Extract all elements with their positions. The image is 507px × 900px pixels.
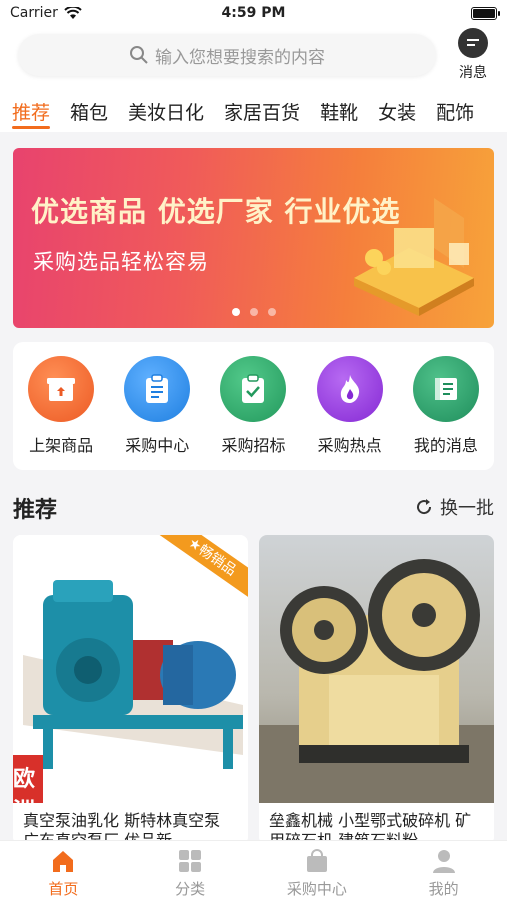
quick-actions: 上架商品 采购中心 采购招标 采购热点 我的消息: [13, 342, 494, 470]
quick-action-label: 采购中心: [125, 436, 190, 455]
home-icon: [49, 847, 77, 875]
recommend-title: 推荐: [13, 498, 58, 523]
clipboard-list-icon: [124, 356, 191, 422]
chat-bubble-icon: [458, 28, 488, 58]
tab-bags[interactable]: 箱包: [70, 90, 108, 132]
quick-action-label: 我的消息: [413, 436, 478, 455]
shelf-upload-icon: [28, 356, 95, 422]
refresh-button[interactable]: 换一批: [414, 494, 494, 520]
refresh-icon: [417, 499, 432, 515]
category-tabs: 推荐 箱包 美妆日化 家居百货 鞋靴 女装 配饰: [0, 90, 507, 132]
tab-home-goods[interactable]: 家居百货: [224, 90, 300, 132]
promo-banner[interactable]: 优选商品 优选厂家 行业优选 采购选品轻松容易: [13, 148, 494, 328]
search-placeholder: 输入您想要搜索的内容: [155, 47, 325, 68]
pager-dot[interactable]: [267, 308, 276, 316]
message-button[interactable]: 消息: [453, 28, 493, 84]
search-row: 输入您想要搜索的内容 消息: [0, 28, 507, 90]
brand-stamp: 欧洲: [13, 767, 36, 803]
pager-dot[interactable]: [249, 308, 258, 316]
tab-label: 我的: [428, 880, 459, 898]
quick-action-hot[interactable]: 采购热点: [306, 356, 394, 470]
quick-action-purchase-center[interactable]: 采购中心: [113, 356, 201, 470]
tab-label: 采购中心: [286, 880, 347, 898]
refresh-label: 换一批: [440, 498, 494, 519]
quick-action-label: 上架商品: [29, 436, 94, 455]
product-card[interactable]: 垒鑫机械 小型鄂式破碎机 矿用碎石机 建筑石料粉: [259, 535, 494, 845]
tab-category[interactable]: 分类: [127, 841, 254, 900]
banner-headline: 优选商品 优选厂家 行业优选: [31, 195, 401, 228]
tab-label: 首页: [48, 880, 79, 898]
flame-icon: [316, 356, 383, 422]
quick-action-label: 采购热点: [317, 436, 382, 455]
quick-action-tender[interactable]: 采购招标: [209, 356, 297, 470]
grid-icon: [176, 847, 204, 875]
product-name: 垒鑫机械 小型鄂式破碎机 矿用碎石机 建筑石料粉: [269, 811, 472, 843]
clock: 4:59 PM: [221, 5, 286, 21]
clipboard-check-icon: [220, 356, 287, 422]
tab-purchase-center[interactable]: 采购中心: [254, 841, 381, 900]
tab-profile[interactable]: 我的: [380, 841, 507, 900]
quick-action-label: 采购招标: [221, 436, 286, 455]
bottom-tab-bar: 首页 分类 采购中心 我的: [0, 840, 507, 900]
product-grid: ★畅销品 欧洲 真空泵油乳化 斯特林真空泵 广东真空泵厂 优品新 垒鑫机械 小型…: [13, 535, 494, 845]
product-name: 真空泵油乳化 斯特林真空泵 广东真空泵厂 优品新: [23, 811, 221, 843]
quick-action-my-messages[interactable]: 我的消息: [402, 356, 490, 470]
product-image: [259, 535, 494, 803]
banner-subline: 采购选品轻松容易: [33, 250, 209, 274]
tab-womens[interactable]: 女装: [378, 90, 416, 132]
product-image: ★畅销品 欧洲: [13, 535, 248, 803]
pager-dot[interactable]: [231, 308, 240, 316]
battery-icon: [471, 7, 500, 20]
tab-recommend[interactable]: 推荐: [12, 90, 51, 132]
product-card[interactable]: ★畅销品 欧洲 真空泵油乳化 斯特林真空泵 广东真空泵厂 优品新: [13, 535, 248, 845]
quick-action-list-product[interactable]: 上架商品: [17, 356, 105, 470]
tab-cosmetics[interactable]: 美妆日化: [128, 90, 204, 132]
search-icon: [130, 46, 148, 64]
status-bar: Carrier 4:59 PM: [0, 0, 507, 28]
tab-home[interactable]: 首页: [0, 841, 127, 900]
message-label: 消息: [459, 65, 487, 81]
banner-pager: [13, 308, 494, 316]
tab-shoes[interactable]: 鞋靴: [320, 90, 358, 132]
book-icon: [412, 356, 479, 422]
shopping-bag-icon: [303, 847, 331, 875]
tab-accessories[interactable]: 配饰: [436, 90, 474, 132]
search-input[interactable]: 输入您想要搜索的内容: [18, 34, 436, 76]
tab-label: 分类: [175, 880, 206, 898]
user-icon: [430, 847, 458, 875]
recommend-header: 推荐 换一批: [13, 488, 494, 524]
